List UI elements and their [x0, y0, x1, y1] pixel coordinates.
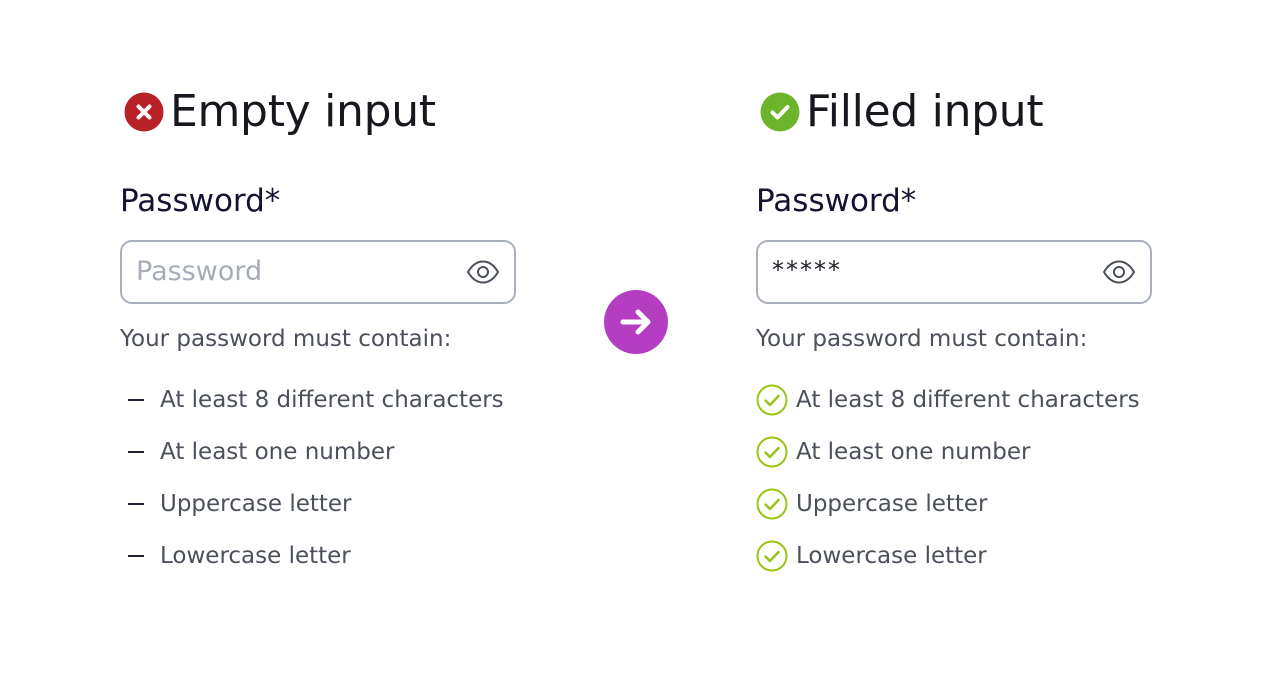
- filled-state-title: Filled input: [806, 86, 1044, 137]
- password-input-filled[interactable]: *****: [756, 240, 1152, 304]
- requirement-item: At least one number: [120, 426, 504, 478]
- success-check-icon: [760, 92, 800, 132]
- empty-state-title: Empty input: [170, 86, 436, 137]
- arrow-right-icon: [604, 290, 668, 354]
- check-circle-icon: [756, 488, 788, 520]
- password-input-empty[interactable]: Password: [120, 240, 516, 304]
- requirement-label: At least 8 different characters: [796, 387, 1140, 413]
- requirement-label: Lowercase letter: [796, 543, 987, 569]
- requirement-item: At least 8 different characters: [756, 374, 1140, 426]
- requirement-item: Uppercase letter: [756, 478, 1140, 530]
- password-input-placeholder: Password: [136, 256, 263, 287]
- password-field-label: Password*: [756, 183, 917, 219]
- requirements-list-filled: At least 8 different characters At least…: [756, 374, 1140, 582]
- password-input-value: *****: [772, 256, 842, 284]
- check-circle-icon: [756, 384, 788, 416]
- requirement-item: At least 8 different characters: [120, 374, 504, 426]
- dash-icon: [120, 436, 152, 468]
- requirements-intro: Your password must contain:: [756, 326, 1088, 352]
- requirements-list-empty: At least 8 different characters At least…: [120, 374, 504, 582]
- eye-icon[interactable]: [1102, 258, 1136, 286]
- requirement-label: Uppercase letter: [160, 491, 352, 517]
- requirement-item: Uppercase letter: [120, 478, 504, 530]
- requirement-item: Lowercase letter: [756, 530, 1140, 582]
- requirement-label: Lowercase letter: [160, 543, 351, 569]
- error-x-icon: [124, 92, 164, 132]
- check-circle-icon: [756, 540, 788, 572]
- dash-icon: [120, 384, 152, 416]
- password-field-label: Password*: [120, 183, 281, 219]
- requirements-intro: Your password must contain:: [120, 326, 452, 352]
- requirement-label: At least one number: [796, 439, 1031, 465]
- requirement-item: Lowercase letter: [120, 530, 504, 582]
- check-circle-icon: [756, 436, 788, 468]
- requirement-label: At least one number: [160, 439, 395, 465]
- requirement-item: At least one number: [756, 426, 1140, 478]
- empty-state-heading: Empty input: [124, 86, 436, 138]
- filled-state-heading: Filled input: [760, 86, 1044, 138]
- dash-icon: [120, 540, 152, 572]
- dash-icon: [120, 488, 152, 520]
- eye-icon[interactable]: [466, 258, 500, 286]
- requirement-label: Uppercase letter: [796, 491, 988, 517]
- requirement-label: At least 8 different characters: [160, 387, 504, 413]
